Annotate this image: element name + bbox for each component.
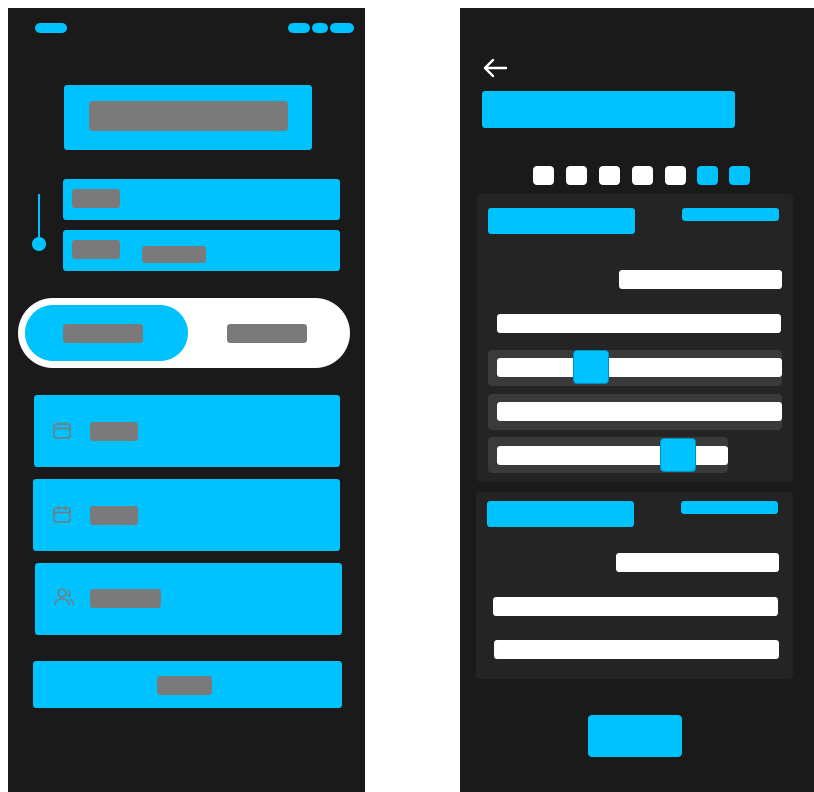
- return-date-field[interactable]: [33, 479, 340, 551]
- toggle-option-label: [63, 324, 143, 343]
- passengers-icon: [53, 586, 75, 608]
- pager-dot[interactable]: [632, 166, 653, 185]
- slider-row: [488, 437, 728, 473]
- status-time: [35, 23, 67, 33]
- pager-dot[interactable]: [665, 166, 686, 185]
- section-title: [488, 208, 635, 234]
- from-field[interactable]: [63, 179, 340, 220]
- section-action[interactable]: [682, 208, 779, 221]
- form-field[interactable]: [493, 597, 778, 616]
- pager-dot[interactable]: [533, 166, 554, 185]
- pager-dot-active[interactable]: [697, 166, 718, 185]
- battery-icon: [330, 23, 354, 33]
- header-title: [89, 101, 288, 131]
- toggle-option-label: [227, 324, 307, 343]
- route-line-icon: [32, 194, 46, 258]
- pager-dot-active[interactable]: [729, 166, 750, 185]
- header-card: [64, 85, 312, 150]
- form-field[interactable]: [619, 270, 782, 289]
- to-field[interactable]: [63, 230, 340, 271]
- form-field[interactable]: [497, 314, 781, 333]
- slider-thumb[interactable]: [660, 438, 696, 472]
- calendar-icon: [52, 420, 72, 440]
- section-panel: [477, 194, 793, 482]
- toggle-option-unselected[interactable]: [216, 315, 316, 353]
- pager-dot[interactable]: [566, 166, 587, 185]
- segmented-toggle: [18, 298, 350, 368]
- to-subvalue: [142, 246, 206, 263]
- submit-button[interactable]: [588, 715, 682, 757]
- passengers-field[interactable]: [35, 563, 342, 635]
- toggle-option-selected[interactable]: [25, 305, 188, 361]
- slider-track[interactable]: [497, 358, 782, 377]
- right-screen: [460, 8, 814, 792]
- to-value: [72, 240, 120, 259]
- departure-date-value: [90, 422, 138, 441]
- form-field[interactable]: [497, 402, 782, 421]
- section-title: [487, 501, 634, 527]
- form-field[interactable]: [494, 640, 779, 659]
- wifi-icon: [312, 23, 328, 33]
- passengers-value: [90, 589, 161, 608]
- form-row: [488, 394, 782, 430]
- section-action[interactable]: [681, 501, 778, 514]
- search-button-label: [157, 676, 212, 695]
- page-title: [482, 91, 735, 128]
- departure-date-field[interactable]: [34, 395, 340, 467]
- return-date-value: [90, 506, 138, 525]
- back-button[interactable]: [481, 56, 509, 80]
- arrow-left-icon: [483, 58, 508, 78]
- left-screen: [8, 8, 365, 792]
- search-button[interactable]: [33, 661, 342, 708]
- form-field[interactable]: [616, 553, 779, 572]
- signal-icon: [288, 23, 310, 33]
- from-value: [72, 189, 120, 208]
- pager-dot[interactable]: [599, 166, 620, 185]
- slider-row: [488, 350, 782, 386]
- slider-thumb[interactable]: [573, 350, 609, 384]
- section-panel: [476, 492, 793, 679]
- calendar-icon: [52, 504, 72, 524]
